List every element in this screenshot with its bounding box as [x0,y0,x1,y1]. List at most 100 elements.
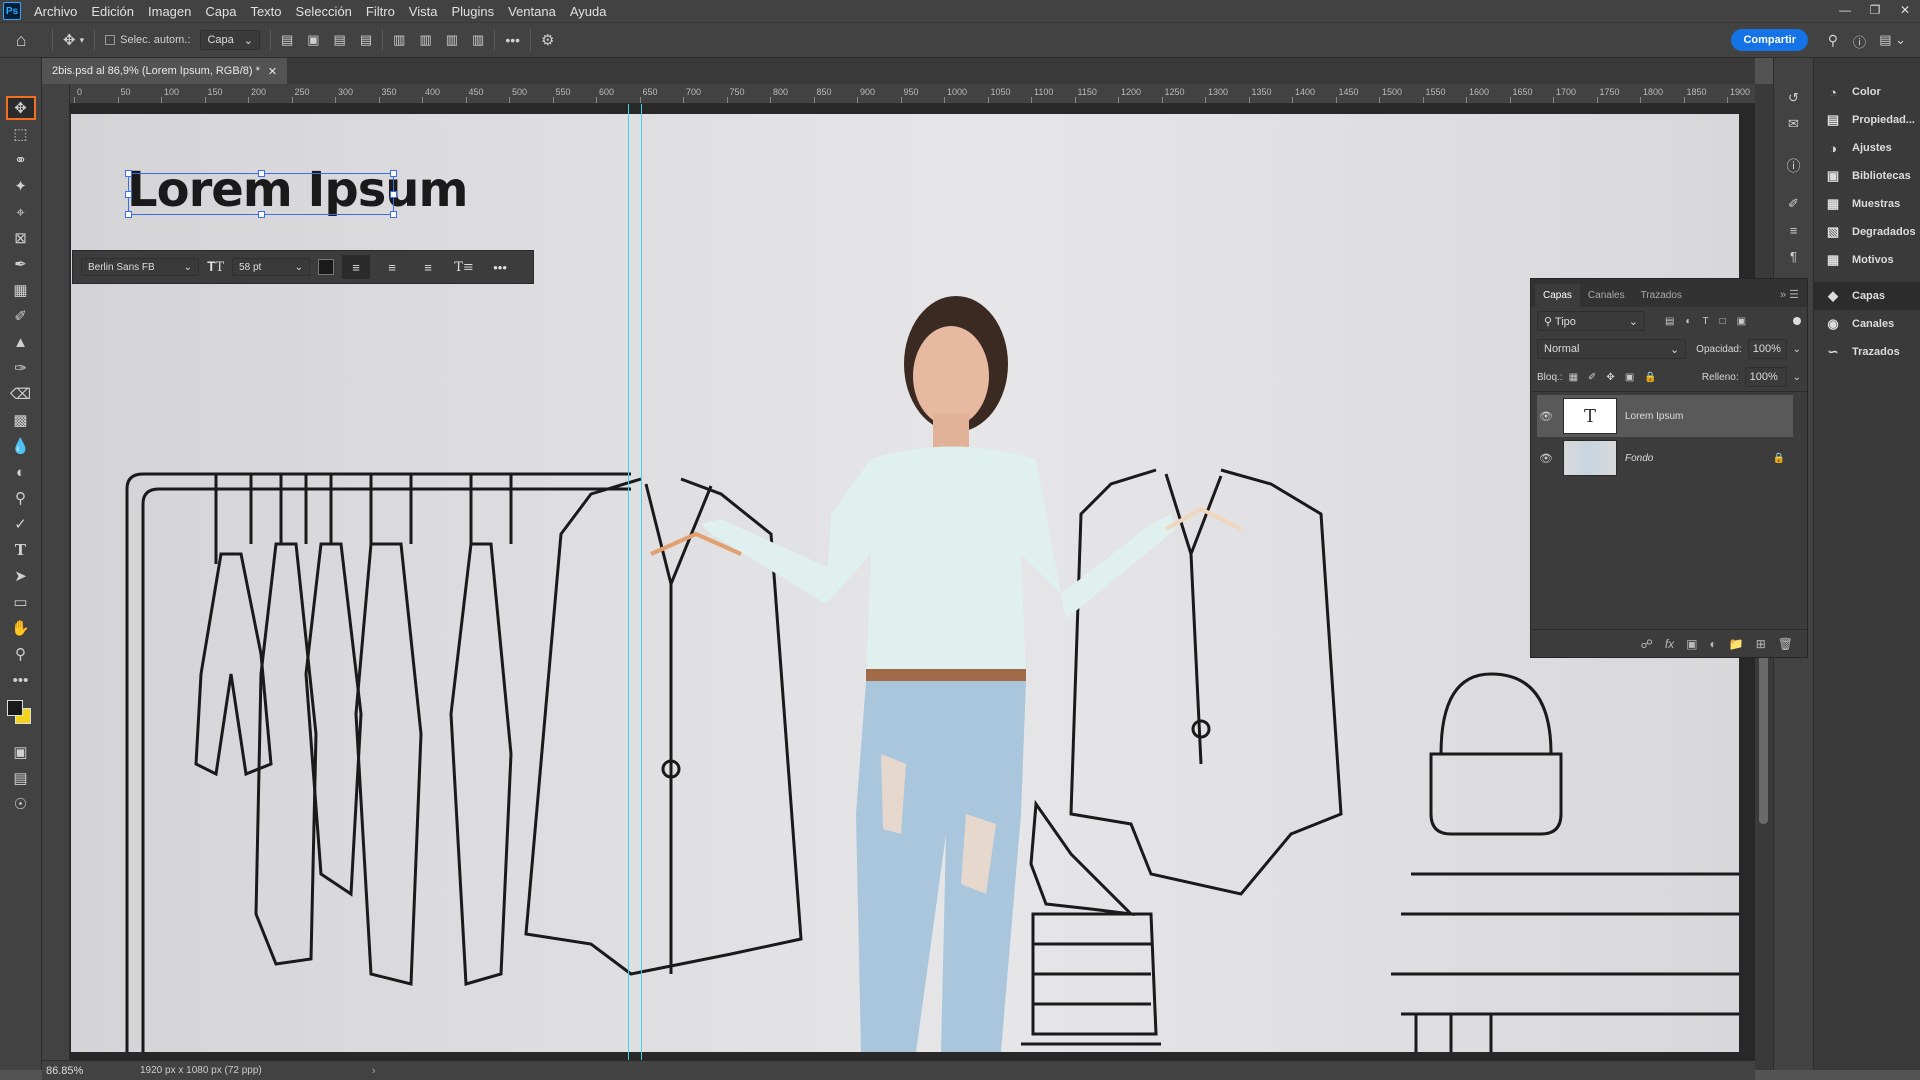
eye-icon[interactable]: 👁 [1537,410,1555,423]
pen-tool-icon[interactable]: ✓ [6,512,36,536]
eraser-tool-icon[interactable]: ⌫ [6,382,36,406]
clone-stamp-tool-icon[interactable]: ▲ [6,330,36,354]
filter-adjustment-icon[interactable]: ◐ [1685,316,1691,327]
lasso-tool-icon[interactable]: ⚭ [6,148,36,172]
filter-type-icon[interactable]: T [1703,316,1709,327]
checkbox-icon[interactable] [105,35,116,45]
restore-icon[interactable]: ❐ [1860,0,1890,22]
rectangle-tool-icon[interactable]: ▭ [6,590,36,614]
align-bottom-edges-icon[interactable]: ▥ [446,32,458,48]
align-right-edges-icon[interactable]: ▤ [334,32,346,48]
panel-swatches[interactable]: ▦ Muestras [1814,190,1920,218]
chevron-down-icon[interactable]: ⌄ [1793,344,1801,355]
new-group-icon[interactable]: 📁 [1729,637,1744,651]
marquee-tool-icon[interactable]: ⬚ [6,122,36,146]
foreground-color-swatch[interactable] [7,700,23,716]
character-panel-icon[interactable]: T≡ [450,255,478,279]
align-vertical-centers-icon[interactable]: ▥ [419,32,431,48]
panel-channels[interactable]: ◉ Canales [1814,310,1920,338]
type-tool-icon[interactable]: T [6,538,36,562]
more-options-icon[interactable]: ••• [486,255,514,279]
panel-adjustments[interactable]: ◑ Ajustes [1814,134,1920,162]
zoom-lens-tool-icon[interactable]: ⚲ [6,486,36,510]
lock-position-icon[interactable]: ✥ [1606,372,1614,383]
menu-archivo[interactable]: Archivo [27,4,84,19]
blur-tool-icon[interactable]: 💧 [6,434,36,458]
lock-transparent-icon[interactable]: ▦ [1569,372,1578,383]
panel-paths[interactable]: ∽ Trazados [1814,338,1920,366]
distribute-vertical-icon[interactable]: ▤ [360,32,372,48]
align-top-edges-icon[interactable]: ▥ [393,32,405,48]
filter-toggle-icon[interactable] [1793,317,1801,325]
history-icon[interactable]: ↺ [1779,86,1809,110]
menu-edicion[interactable]: Edición [84,4,141,19]
transform-handle[interactable] [258,170,265,177]
menu-vista[interactable]: Vista [402,4,445,19]
align-right-text-icon[interactable]: ≡ [414,255,442,279]
filter-smart-object-icon[interactable]: ▣ [1737,316,1746,327]
add-mask-icon[interactable]: ▣ [1686,637,1697,651]
menu-ayuda[interactable]: Ayuda [563,4,614,19]
transform-handle[interactable] [125,211,132,218]
panel-gradients[interactable]: ▧ Degradados [1814,218,1920,246]
distribute-horizontal-icon[interactable]: ▥ [472,32,484,48]
filter-pixel-icon[interactable]: ▤ [1665,316,1674,327]
transform-handle[interactable] [390,211,397,218]
lock-all-icon[interactable]: 🔒 [1644,372,1656,383]
info-icon[interactable]: ⓘ [1779,154,1809,178]
screen-mode-icon[interactable]: ▤ [6,766,36,790]
lock-artboard-icon[interactable]: ▣ [1625,372,1634,383]
transform-handle[interactable] [390,170,397,177]
font-family-dropdown[interactable]: Berlin Sans FB ⌄ [81,258,199,276]
history-brush-tool-icon[interactable]: ✑ [6,356,36,380]
menu-ventana[interactable]: Ventana [501,4,563,19]
guide-line[interactable] [641,104,642,1070]
panel-patterns[interactable]: ▦ Motivos [1814,246,1920,274]
brush-settings-icon[interactable]: ✐ [1779,192,1809,216]
fill-field[interactable]: 100% [1744,367,1787,387]
home-icon[interactable]: ⌂ [0,30,42,51]
path-selection-tool-icon[interactable]: ➤ [6,564,36,588]
text-transform-box[interactable] [125,170,397,218]
close-icon[interactable]: ✕ [1890,0,1920,22]
menu-plugins[interactable]: Plugins [444,4,501,19]
panel-color[interactable]: ◔ Color [1814,78,1920,106]
frame-tool-icon[interactable]: ⊠ [6,226,36,250]
share-for-review-icon[interactable]: ☉ [6,792,36,816]
align-left-text-icon[interactable]: ≡ [342,255,371,279]
character-icon[interactable]: ≡ [1779,218,1809,242]
tab-canales[interactable]: Canales [1580,284,1633,307]
font-size-dropdown[interactable]: 58 pt ⌄ [232,258,311,276]
adjustment-layer-icon[interactable]: ◐ [1710,637,1717,651]
transform-handle[interactable] [390,191,397,198]
move-tool-icon[interactable]: ✥ [5,96,36,120]
chevron-down-icon[interactable]: ⌄ [1793,372,1801,383]
search-icon[interactable]: ⚲ [1828,32,1838,49]
eye-icon[interactable]: 👁 [1537,452,1555,465]
layer-filter-dropdown[interactable]: ⚲ Tipo ⌄ [1537,311,1645,331]
transform-handle[interactable] [125,170,132,177]
auto-select-checkbox[interactable]: Selec. autom.: [105,34,190,46]
brush-tool-icon[interactable]: ✐ [6,304,36,328]
transform-handle[interactable] [258,211,265,218]
dodge-tool-icon[interactable]: ◐ [6,460,36,484]
edit-toolbar-icon[interactable]: ••• [6,668,36,692]
panel-libraries[interactable]: ▣ Bibliotecas [1814,162,1920,190]
paragraph-icon[interactable]: ¶ [1779,244,1809,268]
menu-seleccion[interactable]: Selección [289,4,359,19]
menu-texto[interactable]: Texto [243,4,288,19]
zoom-level[interactable]: 86.85% [42,1065,112,1077]
transform-handle[interactable] [125,191,132,198]
more-options-icon[interactable]: ••• [505,32,520,48]
share-button[interactable]: Compartir [1731,29,1808,51]
layer-row-lorem-ipsum[interactable]: 👁 T Lorem Ipsum [1537,395,1793,437]
new-layer-icon[interactable]: ⊞ [1756,637,1766,651]
horizontal-ruler[interactable]: 0 50 100 150 200 250 300 350 400 450 500 550 600 650 7… [70,84,1755,104]
scrollbar-thumb[interactable] [1759,644,1768,824]
tab-trazados[interactable]: Trazados [1633,284,1690,307]
workspace-icon[interactable]: ▤ ⌄ [1879,32,1906,48]
help-icon[interactable]: ⓘ [1853,32,1866,51]
align-left-edges-icon[interactable]: ▤ [281,32,293,48]
panel-layers[interactable]: ◆ Capas [1814,282,1920,310]
move-tool-preset-icon[interactable]: ✥ ▾ [63,31,84,49]
